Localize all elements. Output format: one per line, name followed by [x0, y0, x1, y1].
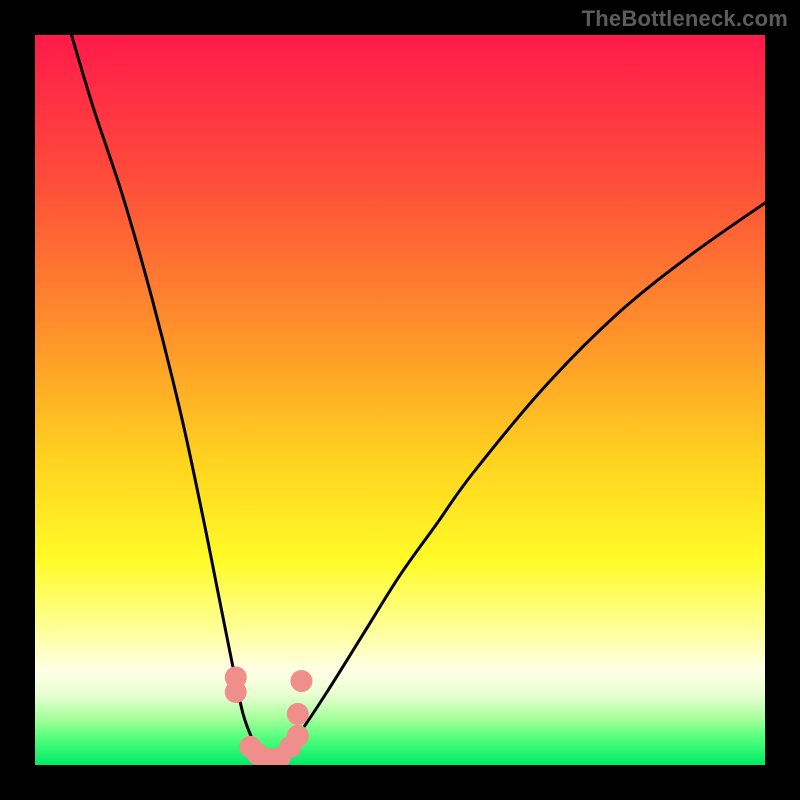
watermark-text: TheBottleneck.com	[582, 6, 788, 32]
bottleneck-curve	[35, 35, 765, 765]
marker-point	[287, 703, 309, 725]
chart-frame: TheBottleneck.com	[0, 0, 800, 800]
plot-area	[35, 35, 765, 765]
marker-point	[287, 725, 309, 747]
marker-point	[225, 681, 247, 703]
marker-point	[290, 670, 312, 692]
